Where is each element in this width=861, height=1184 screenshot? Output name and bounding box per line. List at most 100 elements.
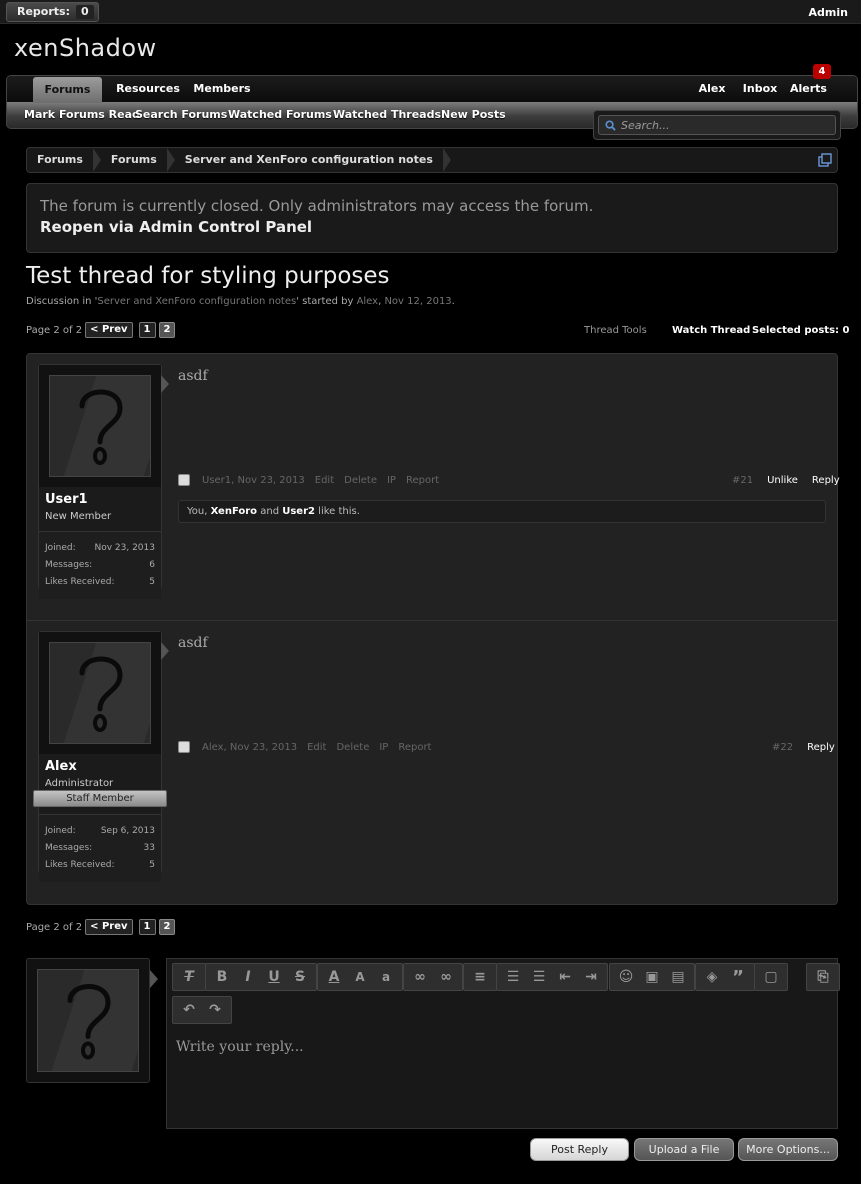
indent-icon[interactable]: ⇥ xyxy=(578,965,604,989)
align-icon[interactable]: ≡ xyxy=(467,965,493,989)
undo-icon[interactable]: ↶ xyxy=(176,998,202,1022)
username[interactable]: Alex xyxy=(45,759,77,774)
unlike-link[interactable]: Unlike xyxy=(767,475,798,486)
thread-title: Test thread for styling purposes xyxy=(26,263,390,289)
link-icon[interactable]: ∞ xyxy=(407,965,433,989)
avatar[interactable] xyxy=(49,375,151,477)
font-family-icon[interactable]: a xyxy=(373,965,399,989)
reply-link[interactable]: Reply xyxy=(812,475,840,486)
underline-icon[interactable]: U xyxy=(261,965,287,989)
page-1-button[interactable]: 1 xyxy=(138,322,156,338)
reply-placeholder[interactable]: Write your reply... xyxy=(176,1039,304,1055)
font-size-icon[interactable]: A xyxy=(347,965,373,989)
reports-button[interactable]: Reports: 0 xyxy=(6,2,99,22)
reply-editor[interactable]: T B I U S A A a ∞ ∞ ≡ ☰ ☰ ⇤ ⇥ ☺ ▣ ▤ ◈ ” … xyxy=(166,958,840,1129)
nav-inbox[interactable]: Inbox xyxy=(741,76,779,102)
post-author[interactable]: Alex xyxy=(202,742,224,753)
prev-page-button[interactable]: < Prev xyxy=(85,322,133,338)
stat-value[interactable]: 33 xyxy=(144,840,155,857)
user-info-2: Alex Administrator Staff Member Joined: S… xyxy=(33,631,169,882)
save-draft-icon[interactable]: ▢ xyxy=(758,965,784,989)
user-stats: Joined: Sep 6, 2013 Messages: 33 Likes Rec… xyxy=(39,814,161,882)
post-author-date[interactable]: User1, Nov 23, 2013 xyxy=(202,475,305,486)
code-icon[interactable]: ◈ xyxy=(699,965,725,989)
tab-members[interactable]: Members xyxy=(191,76,253,102)
nav-user-alex[interactable]: Alex xyxy=(695,76,729,102)
quote-icon[interactable]: ” xyxy=(725,965,751,989)
admin-link[interactable]: Admin xyxy=(809,6,848,19)
italic-icon[interactable]: I xyxy=(235,965,261,989)
post-separator xyxy=(27,620,837,621)
desc-date[interactable]: Nov 12, 2013 xyxy=(384,296,451,307)
sublink-new-posts[interactable]: New Posts xyxy=(441,102,506,128)
upload-file-button[interactable]: Upload a File xyxy=(634,1138,734,1161)
thread-tools-link[interactable]: Thread Tools xyxy=(584,325,647,336)
watch-thread-link[interactable]: Watch Thread xyxy=(672,325,750,336)
ordered-list-icon[interactable]: ☰ xyxy=(526,965,552,989)
desc-forum-link[interactable]: Server and XenForo configuration notes xyxy=(97,296,296,307)
stat-label: Likes Received: xyxy=(45,860,115,870)
sublink-watched-threads[interactable]: Watched Threads xyxy=(333,102,441,128)
edit-link[interactable]: Edit xyxy=(315,475,334,486)
image-icon[interactable]: ▣ xyxy=(639,965,665,989)
post-date[interactable]: Nov 23, 2013 xyxy=(230,742,297,753)
username[interactable]: User1 xyxy=(45,492,88,507)
sublink-mark-forums-read[interactable]: Mark Forums Read xyxy=(24,102,140,128)
jump-to-icon[interactable] xyxy=(818,153,832,167)
bold-icon[interactable]: B xyxy=(209,965,235,989)
post-number[interactable]: #21 xyxy=(732,475,753,486)
avatar[interactable] xyxy=(37,969,139,1072)
nav-alerts[interactable]: Alerts xyxy=(790,76,827,102)
tab-resources[interactable]: Resources xyxy=(111,76,185,102)
reply-link[interactable]: Reply xyxy=(807,742,835,753)
page-1-button[interactable]: 1 xyxy=(138,919,156,935)
remove-format-icon[interactable]: T xyxy=(176,965,202,989)
report-link[interactable]: Report xyxy=(406,475,439,486)
text-color-icon[interactable]: A xyxy=(321,965,347,989)
post-author-date[interactable]: Alex, Nov 23, 2013 xyxy=(202,742,297,753)
tab-forums[interactable]: Forums xyxy=(33,77,102,103)
prev-page-button[interactable]: < Prev xyxy=(85,919,133,935)
search-input[interactable] xyxy=(621,118,811,132)
unordered-list-icon[interactable]: ☰ xyxy=(500,965,526,989)
post-author[interactable]: User1 xyxy=(202,475,231,486)
avatar[interactable] xyxy=(49,642,151,744)
reopen-link[interactable]: Reopen via Admin Control Panel xyxy=(40,218,824,236)
redo-icon[interactable]: ↷ xyxy=(202,998,228,1022)
sublink-search-forums[interactable]: Search Forums xyxy=(135,102,227,128)
post-date[interactable]: Nov 23, 2013 xyxy=(238,475,305,486)
ip-link[interactable]: IP xyxy=(387,475,396,486)
like-user[interactable]: User2 xyxy=(282,506,315,517)
post-reply-button[interactable]: Post Reply xyxy=(530,1138,629,1161)
post-actions-right: #22 Reply xyxy=(772,742,835,753)
more-options-button[interactable]: More Options... xyxy=(738,1138,838,1161)
selected-posts-link[interactable]: Selected posts: 0 xyxy=(752,325,849,336)
stat-value[interactable]: 6 xyxy=(149,557,155,574)
stat-value: Nov 23, 2013 xyxy=(94,543,155,553)
ip-link[interactable]: IP xyxy=(379,742,388,753)
page-2-button[interactable]: 2 xyxy=(158,322,176,338)
select-post-checkbox[interactable] xyxy=(178,741,190,753)
edit-link[interactable]: Edit xyxy=(307,742,326,753)
smilie-icon[interactable]: ☺ xyxy=(613,965,639,989)
breadcrumb-item-forum[interactable]: Server and XenForo configuration notes xyxy=(175,148,451,172)
site-logo[interactable]: xenShadow xyxy=(14,34,157,62)
like-user[interactable]: XenForo xyxy=(211,506,257,517)
delete-link[interactable]: Delete xyxy=(336,742,369,753)
delete-link[interactable]: Delete xyxy=(344,475,377,486)
notice-message: The forum is currently closed. Only admi… xyxy=(40,197,594,215)
strikethrough-icon[interactable]: S xyxy=(287,965,313,989)
breadcrumb-item-forums[interactable]: Forums xyxy=(101,148,175,172)
media-icon[interactable]: ▤ xyxy=(665,965,691,989)
unlink-icon[interactable]: ∞ xyxy=(433,965,459,989)
post-number[interactable]: #22 xyxy=(772,742,793,753)
breadcrumb-item-home[interactable]: Forums xyxy=(27,148,101,172)
user-title: New Member xyxy=(45,511,112,522)
toggle-bbcode-icon[interactable]: ⎘ xyxy=(810,965,836,989)
select-post-checkbox[interactable] xyxy=(178,474,190,486)
page-2-button[interactable]: 2 xyxy=(158,919,176,935)
report-link[interactable]: Report xyxy=(398,742,431,753)
outdent-icon[interactable]: ⇤ xyxy=(552,965,578,989)
sublink-watched-forums[interactable]: Watched Forums xyxy=(228,102,332,128)
desc-author-link[interactable]: Alex xyxy=(357,296,379,307)
